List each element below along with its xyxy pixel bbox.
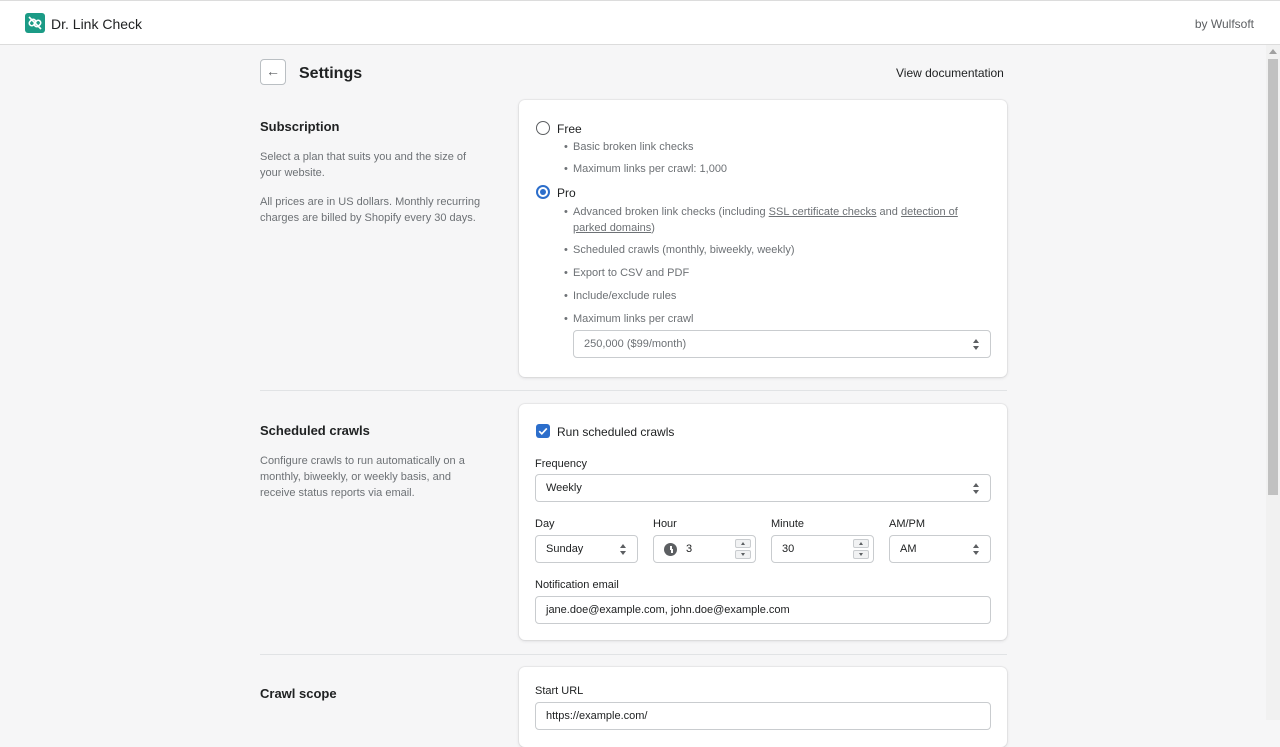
pro-feature-item: Maximum links per crawl [564, 311, 693, 327]
minute-input[interactable]: 30 [771, 535, 874, 563]
clock-icon [664, 543, 677, 556]
crawl-scope-card: Start URL https://example.com/ [519, 667, 1007, 747]
back-button[interactable]: ← [260, 59, 286, 85]
free-feature-item: Basic broken link checks [564, 139, 693, 155]
scroll-up-arrow-icon[interactable] [1269, 49, 1277, 54]
increment-icon[interactable] [853, 539, 869, 548]
run-scheduled-crawls-label[interactable]: Run scheduled crawls [557, 425, 674, 439]
run-scheduled-crawls-checkbox[interactable] [536, 424, 550, 438]
scheduled-crawls-section-title: Scheduled crawls [260, 423, 370, 438]
select-arrows-icon [973, 339, 980, 350]
start-url-input[interactable]: https://example.com/ [535, 702, 991, 730]
frequency-value: Weekly [546, 482, 582, 494]
frequency-select[interactable]: Weekly [535, 474, 991, 502]
select-arrows-icon [620, 544, 627, 555]
max-links-select[interactable]: 250,000 ($99/month) [573, 330, 991, 358]
subscription-card: Free Basic broken link checks Maximum li… [519, 100, 1007, 377]
increment-icon[interactable] [735, 539, 751, 548]
checkmark-icon [538, 427, 548, 436]
select-arrows-icon [973, 483, 980, 494]
pro-feature-item: Export to CSV and PDF [564, 265, 689, 281]
day-label: Day [535, 518, 555, 530]
pro-feature-item: Include/exclude rules [564, 288, 676, 304]
notification-email-label: Notification email [535, 579, 619, 591]
ssl-certificate-checks-link[interactable]: SSL certificate checks [769, 206, 877, 218]
frequency-label: Frequency [535, 458, 587, 470]
day-value: Sunday [546, 543, 584, 555]
notification-email-input[interactable]: jane.doe@example.com, john.doe@example.c… [535, 596, 991, 624]
scroll-thumb[interactable] [1268, 59, 1278, 495]
plan-pro-radio[interactable] [536, 185, 550, 199]
day-select[interactable]: Sunday [535, 535, 638, 563]
minute-label: Minute [771, 518, 805, 530]
start-url-label: Start URL [535, 685, 584, 697]
hour-value: 3 [686, 543, 693, 555]
select-arrows-icon [973, 544, 980, 555]
plan-free-radio[interactable] [536, 121, 550, 135]
hour-stepper[interactable] [735, 539, 751, 559]
decrement-icon[interactable] [735, 550, 751, 559]
page-title: Settings [299, 65, 363, 82]
plan-free-label[interactable]: Free [557, 122, 582, 136]
arrow-left-icon: ← [266, 63, 280, 79]
ampm-label: AM/PM [889, 518, 926, 530]
page-scrollbar[interactable] [1266, 45, 1280, 720]
top-bar: Dr. Link Check by Wulfsoft [0, 0, 1280, 45]
free-feature-item: Maximum links per crawl: 1,000 [564, 161, 727, 177]
crawl-scope-section-title: Crawl scope [260, 686, 337, 701]
minute-value: 30 [782, 543, 795, 555]
decrement-icon[interactable] [853, 550, 869, 559]
hour-label: Hour [653, 518, 677, 530]
view-documentation-link[interactable]: View documentation [896, 66, 1004, 80]
app-logo-icon [25, 13, 45, 33]
ampm-value: AM [900, 543, 917, 555]
section-divider [260, 390, 1007, 391]
subscription-section-title: Subscription [260, 119, 340, 134]
scheduled-crawls-description: Configure crawls to run automatically on… [260, 455, 465, 499]
ampm-select[interactable]: AM [889, 535, 991, 563]
pro-feature-item: Advanced broken link checks (including S… [564, 204, 993, 236]
app-title: Dr. Link Check [51, 16, 143, 32]
pro-feature-item: Scheduled crawls (monthly, biweekly, wee… [564, 242, 794, 258]
scheduled-crawls-card: Run scheduled crawls Frequency Weekly Da… [519, 404, 1007, 640]
max-links-value: 250,000 ($99/month) [584, 338, 687, 350]
minute-stepper[interactable] [853, 539, 869, 559]
section-divider [260, 654, 1007, 655]
vendor-byline: by Wulfsoft [1194, 17, 1254, 31]
subscription-pricing-note: All prices are in US dollars. Monthly re… [260, 196, 481, 224]
notification-email-value: jane.doe@example.com, john.doe@example.c… [546, 604, 790, 616]
subscription-description: Select a plan that suits you and the siz… [260, 151, 467, 179]
hour-input[interactable]: 3 [653, 535, 756, 563]
start-url-value: https://example.com/ [546, 710, 648, 722]
plan-pro-label[interactable]: Pro [557, 186, 576, 200]
